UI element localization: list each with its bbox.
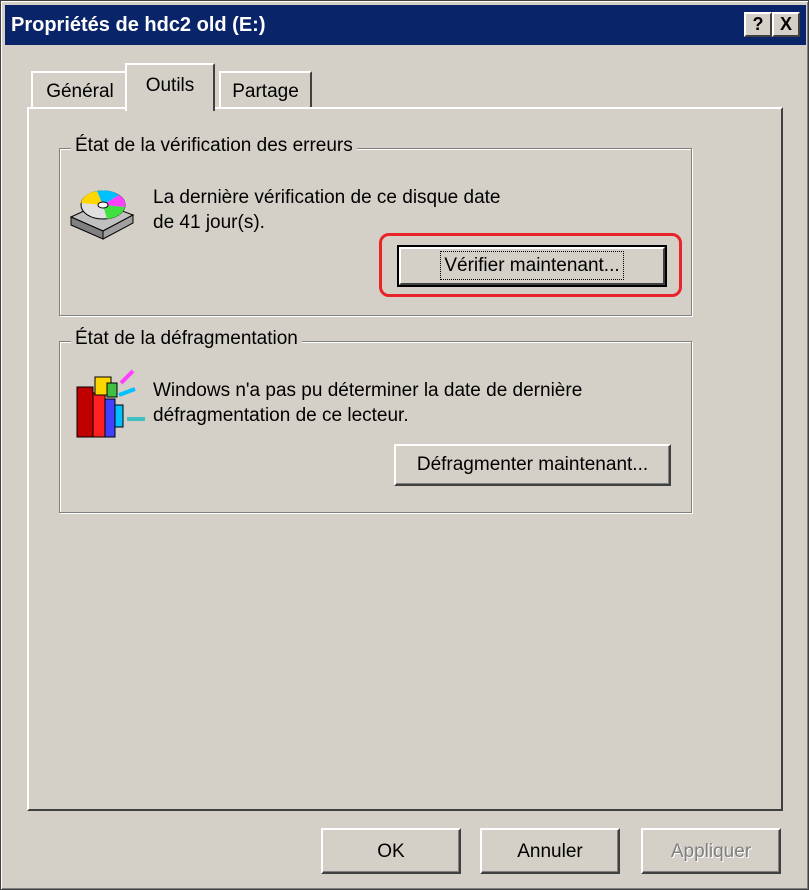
tab-general[interactable]: Général [31,71,129,109]
error-check-line2: de 41 jour(s). [153,212,265,233]
tab-outils-label: Outils [145,75,195,96]
defragment-now-button-label: Défragmenter maintenant... [416,454,649,475]
cancel-button[interactable]: Annuler [480,828,620,874]
error-check-legend: État de la vérification des erreurs [71,135,357,157]
title-bar: Propriétés de hdc2 old (E:) ? X [5,5,806,45]
defrag-line2: défragmentation de ce lecteur. [153,405,409,426]
properties-dialog: Propriétés de hdc2 old (E:) ? X Général … [0,0,809,890]
disk-check-icon [69,190,135,240]
defrag-icon [76,369,145,438]
error-check-line1: La dernière vérification de ce disque da… [153,187,501,208]
verify-now-button-label: Vérifier maintenant... [440,251,624,280]
help-button[interactable]: ? [744,12,772,37]
defragment-now-button[interactable]: Défragmenter maintenant... [394,444,671,486]
close-button[interactable]: X [772,12,800,37]
tab-partage[interactable]: Partage [219,71,312,109]
cancel-button-label: Annuler [517,841,583,862]
verify-now-button[interactable]: Vérifier maintenant... [397,245,667,287]
window-title: Propriétés de hdc2 old (E:) [11,14,266,36]
tab-outils[interactable]: Outils [125,63,215,111]
apply-button[interactable]: Appliquer [641,828,781,874]
defrag-legend: État de la défragmentation [71,328,302,350]
tab-general-label: Général [46,81,114,102]
error-check-text: La dernière vérification de ce disque da… [153,185,501,235]
defrag-line1: Windows n'a pas pu déterminer la date de… [153,380,583,401]
defrag-text: Windows n'a pas pu déterminer la date de… [153,378,582,428]
tab-partage-label: Partage [232,81,299,102]
ok-button[interactable]: OK [321,828,461,874]
ok-button-label: OK [377,841,405,862]
apply-button-label: Appliquer [670,841,752,862]
